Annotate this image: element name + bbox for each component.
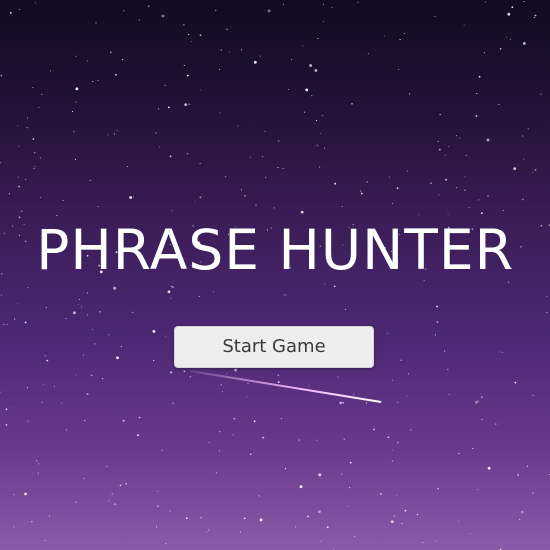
start-game-button[interactable]: Start Game [174, 326, 374, 368]
start-overlay: PHRASE HUNTER Start Game [0, 0, 550, 550]
game-title: PHRASE HUNTER [36, 218, 514, 282]
